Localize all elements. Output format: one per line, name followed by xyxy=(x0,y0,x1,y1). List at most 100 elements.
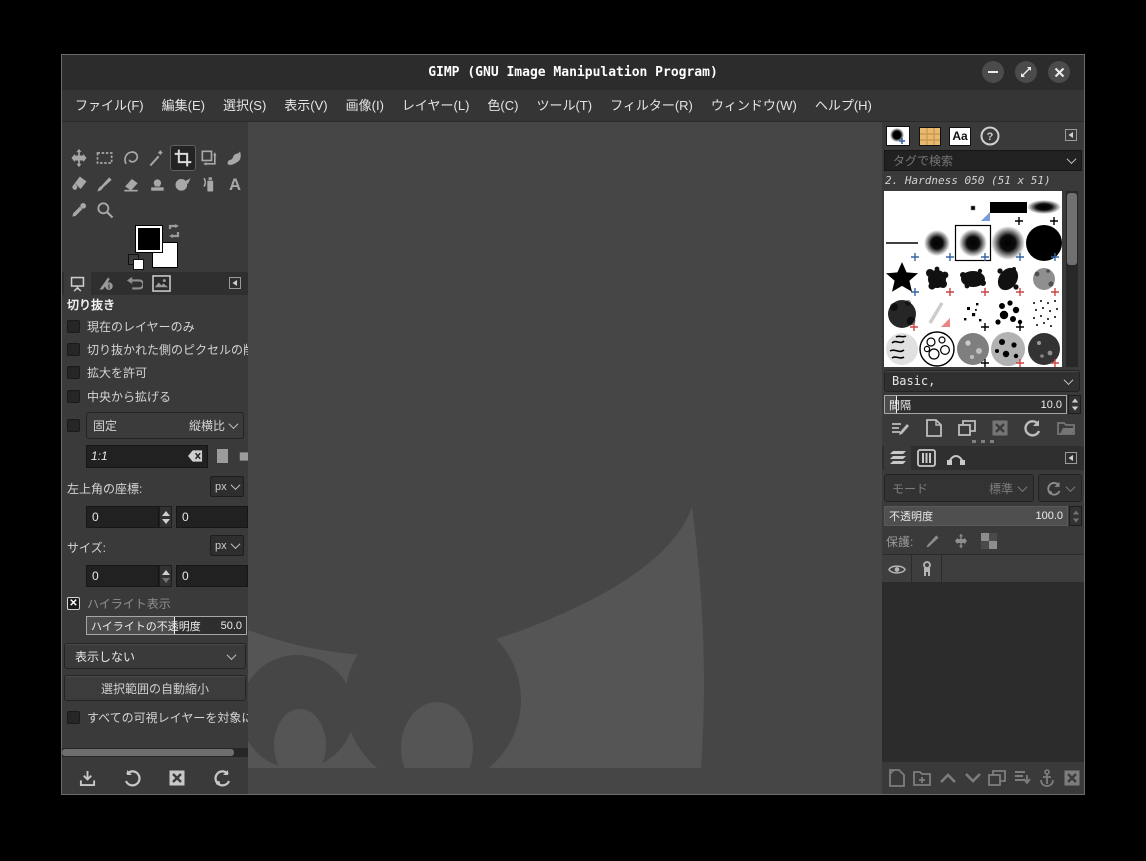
brush-spacing-slider[interactable]: 間隔 10.0 xyxy=(884,395,1067,414)
option-allow-growing[interactable]: 拡大を許可 xyxy=(62,362,248,382)
swap-colors-button[interactable] xyxy=(166,223,182,244)
brushes-tab-menu-button[interactable] xyxy=(1064,128,1078,142)
landscape-orientation-button[interactable] xyxy=(239,446,248,467)
tab-undo-history[interactable] xyxy=(120,272,147,295)
duplicate-brush-button[interactable] xyxy=(957,418,977,438)
menu-windows[interactable]: ウィンドウ(W) xyxy=(702,90,806,121)
delete-brush-button[interactable] xyxy=(990,418,1010,438)
tool-unified-transform[interactable] xyxy=(197,146,221,170)
menu-layer[interactable]: レイヤー(L) xyxy=(393,90,479,121)
position-unit-select[interactable]: px xyxy=(210,476,244,497)
spin-down-icon[interactable] xyxy=(161,577,170,583)
tab-tool-options[interactable] xyxy=(64,272,91,295)
menu-edit[interactable]: 編集(E) xyxy=(153,90,214,121)
tool-crop[interactable] xyxy=(170,145,196,171)
foreground-color-swatch[interactable] xyxy=(135,225,163,253)
tool-bucket-fill[interactable] xyxy=(67,172,91,196)
highlight-checkbox[interactable] xyxy=(67,596,80,610)
checkbox-icon[interactable] xyxy=(67,365,80,379)
brush-search-field[interactable] xyxy=(884,150,1082,171)
size-width-input[interactable]: 0 xyxy=(86,565,159,587)
tab-document-history[interactable]: ? xyxy=(976,124,1004,148)
option-highlight[interactable]: ハイライト表示 xyxy=(62,593,248,613)
checkbox-icon[interactable] xyxy=(67,342,80,356)
restore-tool-preset-button[interactable] xyxy=(121,767,143,789)
tool-eraser[interactable] xyxy=(119,172,143,196)
reset-tool-options-button[interactable] xyxy=(212,767,234,789)
spin-up-icon[interactable] xyxy=(1072,510,1079,514)
open-brush-as-image-button[interactable] xyxy=(1056,418,1076,438)
spin-up-icon[interactable] xyxy=(161,510,170,516)
tab-paths[interactable] xyxy=(942,446,969,470)
link-column-header[interactable] xyxy=(912,555,942,583)
option-delete-cropped-pixels[interactable]: 切り抜かれた側のピクセルの削除 xyxy=(62,339,248,359)
close-button[interactable] xyxy=(1048,61,1070,83)
new-brush-button[interactable] xyxy=(924,418,944,438)
position-x-input[interactable]: 0 xyxy=(86,506,159,528)
menu-filters[interactable]: フィルター(R) xyxy=(601,90,702,121)
delete-layer-button[interactable] xyxy=(1061,767,1082,788)
dock-resize-handle[interactable] xyxy=(972,440,994,443)
brush-tag-filter-select[interactable]: Basic, xyxy=(884,370,1080,392)
brush-grid-scrollbar[interactable] xyxy=(1066,191,1078,367)
layer-mode-select[interactable]: モード 標準 xyxy=(884,474,1034,502)
spin-up-icon[interactable] xyxy=(161,569,170,575)
spin-down-icon[interactable] xyxy=(1072,518,1079,522)
chevron-down-icon[interactable] xyxy=(1066,154,1077,165)
clear-input-icon[interactable] xyxy=(188,450,203,462)
fixed-checkbox[interactable] xyxy=(67,418,80,432)
tool-free-select[interactable] xyxy=(119,146,143,170)
auto-shrink-button[interactable]: 選択範囲の自動縮小 xyxy=(64,675,246,701)
brush-search-input[interactable] xyxy=(891,152,1055,169)
refresh-brushes-button[interactable] xyxy=(1023,418,1043,438)
tab-layers[interactable] xyxy=(884,446,911,470)
checkbox-icon[interactable] xyxy=(67,319,80,333)
position-y-input[interactable]: 0 xyxy=(176,506,248,528)
anchor-layer-button[interactable] xyxy=(1036,767,1057,788)
tool-airbrush[interactable] xyxy=(197,172,221,196)
tool-fuzzy-select[interactable] xyxy=(145,146,169,170)
fixed-mode-select[interactable]: 固定 縦横比 xyxy=(86,411,244,439)
option-expand-from-center[interactable]: 中央から拡げる xyxy=(62,386,248,406)
lock-alpha-button[interactable] xyxy=(977,531,1001,551)
titlebar[interactable]: GIMP (GNU Image Manipulation Program) xyxy=(62,55,1084,90)
portrait-orientation-button[interactable] xyxy=(214,446,231,467)
guides-select[interactable]: 表示しない xyxy=(64,643,246,669)
tool-zoom[interactable] xyxy=(93,198,117,222)
menu-file[interactable]: ファイル(F) xyxy=(66,90,153,121)
tab-images[interactable] xyxy=(148,272,175,295)
tool-warp-transform[interactable] xyxy=(223,146,247,170)
tab-channels[interactable] xyxy=(913,446,940,470)
hscrollbar-thumb[interactable] xyxy=(62,749,234,756)
size-spinner[interactable] xyxy=(159,565,172,587)
size-unit-select[interactable]: px xyxy=(210,535,244,556)
menu-select[interactable]: 選択(S) xyxy=(214,90,275,121)
tool-color-picker[interactable] xyxy=(67,198,91,222)
tool-clone[interactable] xyxy=(145,172,169,196)
visibility-column-header[interactable] xyxy=(882,555,912,583)
tool-move[interactable] xyxy=(67,146,91,170)
tab-brushes[interactable] xyxy=(884,124,912,148)
edit-brush-button[interactable] xyxy=(890,418,910,438)
opacity-spinner[interactable] xyxy=(1069,506,1082,526)
highlight-opacity-slider[interactable]: ハイライトの不透明度 50.0 xyxy=(86,616,247,635)
lock-pixels-button[interactable] xyxy=(921,531,945,551)
vscrollbar-thumb[interactable] xyxy=(1067,193,1077,265)
image-canvas[interactable] xyxy=(240,122,882,794)
menu-tools[interactable]: ツール(T) xyxy=(527,90,601,121)
lock-position-button[interactable] xyxy=(949,531,973,551)
layer-mode-switch-button[interactable] xyxy=(1038,474,1082,502)
option-shrink-merged[interactable]: すべての可視レイヤーを対象にする xyxy=(62,707,248,727)
menu-help[interactable]: ヘルプ(H) xyxy=(806,90,881,121)
spacing-spinner[interactable] xyxy=(1068,395,1081,414)
layers-tab-menu-button[interactable] xyxy=(1064,451,1078,465)
minimize-button[interactable] xyxy=(982,61,1004,83)
spin-down-icon[interactable] xyxy=(161,518,170,524)
tab-patterns[interactable] xyxy=(916,124,944,148)
tool-options-tab-menu-button[interactable] xyxy=(228,276,242,290)
save-tool-preset-button[interactable] xyxy=(76,767,98,789)
new-layer-button[interactable] xyxy=(886,767,907,788)
spin-down-icon[interactable] xyxy=(1071,406,1078,411)
tool-text[interactable]: A xyxy=(223,172,247,196)
menu-image[interactable]: 画像(I) xyxy=(337,90,393,121)
